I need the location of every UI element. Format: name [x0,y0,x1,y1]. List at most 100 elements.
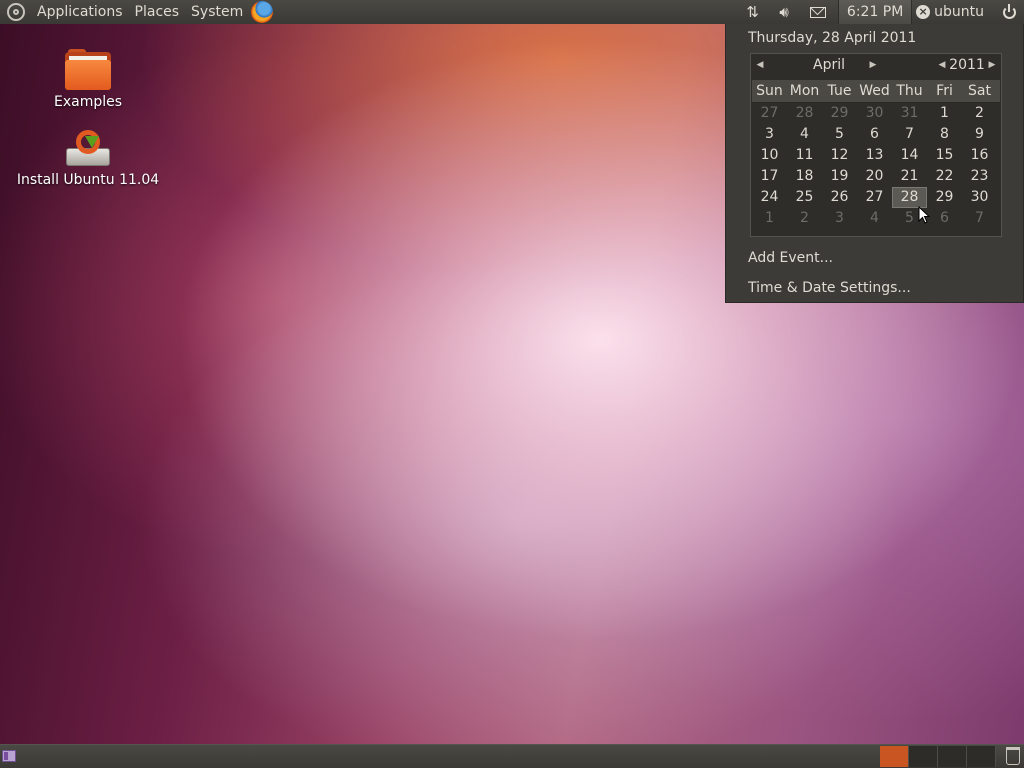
calendar-day[interactable]: 4 [857,208,892,229]
calendar-day-selected[interactable]: 28 [892,187,927,208]
mouse-cursor-icon [918,206,930,224]
next-year-arrow-icon[interactable]: ▶ [985,58,999,72]
calendar-day[interactable]: 27 [752,103,787,124]
messaging-icon[interactable] [802,0,834,24]
calendar-day[interactable]: 11 [787,145,822,166]
calendar-day[interactable]: 28 [787,103,822,124]
calendar-day[interactable]: 24 [752,187,787,208]
show-desktop-icon[interactable] [2,750,16,762]
calendar-day[interactable]: 5 [822,124,857,145]
clock-dropdown-menu: Thursday, 28 April 2011 ◀ April ▶ ◀ 2011… [725,24,1024,303]
trash-icon[interactable] [1006,747,1020,765]
calendar-day[interactable]: 6 [857,124,892,145]
calendar-week-row: 24 25 26 27 28 29 30 [752,187,1000,208]
calendar-week-row: 3 4 5 6 7 8 9 [752,124,1000,145]
envelope-icon [810,6,827,18]
next-month-arrow-icon[interactable]: ▶ [866,58,880,72]
desktop-icon-install-ubuntu[interactable]: Install Ubuntu 11.04 [13,130,163,188]
weekday-thu: Thu [896,83,923,99]
desktop-icon-label: Examples [53,94,123,110]
workspace-switcher [880,746,996,767]
calendar-day[interactable]: 7 [962,208,997,229]
calendar-day[interactable]: 26 [822,187,857,208]
calendar-day[interactable]: 29 [822,103,857,124]
session-indicator[interactable]: × ubuntu [916,0,994,24]
time-date-settings-menu-item[interactable]: Time & Date Settings... [748,280,911,296]
calendar-day[interactable]: 7 [892,124,927,145]
desktop-icon-examples[interactable]: Examples [13,49,163,110]
calendar-day[interactable]: 31 [892,103,927,124]
calendar-day[interactable]: 18 [787,166,822,187]
places-menu[interactable]: Places [129,0,186,24]
ubuntu-logo-icon[interactable] [7,3,25,21]
calendar-day[interactable]: 3 [752,124,787,145]
calendar-grid: Sun Mon Tue Wed Thu Fri Sat 27 28 29 30 … [752,80,1000,229]
user-name-label: ubuntu [934,4,984,20]
indicator-area: ⇅ 🔊︎ 6:21 PM × ubuntu [736,0,1024,24]
folder-icon [65,49,111,90]
calendar-day[interactable]: 1 [927,103,962,124]
clock-indicator[interactable]: 6:21 PM [838,0,913,24]
calendar-navigation: ◀ April ▶ ◀ 2011 ▶ [751,54,1001,78]
calendar-day[interactable]: 25 [787,187,822,208]
firefox-launcher-icon[interactable] [251,1,274,23]
applications-menu[interactable]: Applications [31,0,129,24]
volume-icon[interactable]: 🔊︎ [766,0,802,24]
calendar-day[interactable]: 13 [857,145,892,166]
add-event-menu-item[interactable]: Add Event... [748,250,833,266]
main-menu-bar: Applications Places System [0,0,274,24]
year-label: 2011 [949,57,985,73]
weekday-sat: Sat [968,83,991,99]
calendar-day[interactable]: 16 [962,145,997,166]
calendar-day[interactable]: 17 [752,166,787,187]
workspace-2[interactable] [909,746,938,767]
workspace-4[interactable] [967,746,996,767]
weekday-header-row: Sun Mon Tue Wed Thu Fri Sat [752,80,1000,103]
weekday-tue: Tue [827,83,852,99]
bottom-panel [0,744,1024,768]
calendar-day[interactable]: 2 [787,208,822,229]
calendar-week-row: 10 11 12 13 14 15 16 [752,145,1000,166]
calendar-day[interactable]: 27 [857,187,892,208]
calendar-day[interactable]: 29 [927,187,962,208]
offline-status-icon: × [916,5,931,19]
installer-icon [65,130,111,168]
power-icon [1002,3,1016,19]
weekday-wed: Wed [859,83,890,99]
weekday-fri: Fri [936,83,953,99]
calendar-day[interactable]: 8 [927,124,962,145]
calendar-week-row: 17 18 19 20 21 22 23 [752,166,1000,187]
calendar-day[interactable]: 12 [822,145,857,166]
weekday-sun: Sun [756,83,783,99]
calendar-day[interactable]: 21 [892,166,927,187]
network-icon[interactable]: ⇅ [736,0,766,24]
calendar-day[interactable]: 1 [752,208,787,229]
calendar-day[interactable]: 30 [857,103,892,124]
calendar-day[interactable]: 30 [962,187,997,208]
calendar-widget: ◀ April ▶ ◀ 2011 ▶ Sun Mon Tue Wed Thu F… [750,53,1002,237]
calendar-week-row: 1 2 3 4 5 6 7 [752,208,1000,229]
current-date-label: Thursday, 28 April 2011 [748,30,917,46]
prev-month-arrow-icon[interactable]: ◀ [753,58,767,72]
calendar-day[interactable]: 14 [892,145,927,166]
calendar-week-row: 27 28 29 30 31 1 2 [752,103,1000,124]
calendar-day[interactable]: 15 [927,145,962,166]
calendar-day[interactable]: 2 [962,103,997,124]
desktop-icon-label: Install Ubuntu 11.04 [16,172,160,188]
weekday-mon: Mon [789,83,820,99]
calendar-day[interactable]: 23 [962,166,997,187]
workspace-3[interactable] [938,746,967,767]
top-panel: Applications Places System ⇅ 🔊︎ 6:21 PM … [0,0,1024,24]
calendar-day[interactable]: 4 [787,124,822,145]
calendar-day[interactable]: 22 [927,166,962,187]
calendar-day[interactable]: 10 [752,145,787,166]
calendar-day[interactable]: 20 [857,166,892,187]
month-label: April [813,57,845,73]
calendar-day[interactable]: 19 [822,166,857,187]
system-menu[interactable]: System [185,0,249,24]
calendar-day[interactable]: 9 [962,124,997,145]
shutdown-menu[interactable] [994,0,1024,24]
calendar-day[interactable]: 6 [927,208,962,229]
workspace-1[interactable] [880,746,909,767]
calendar-day[interactable]: 3 [822,208,857,229]
